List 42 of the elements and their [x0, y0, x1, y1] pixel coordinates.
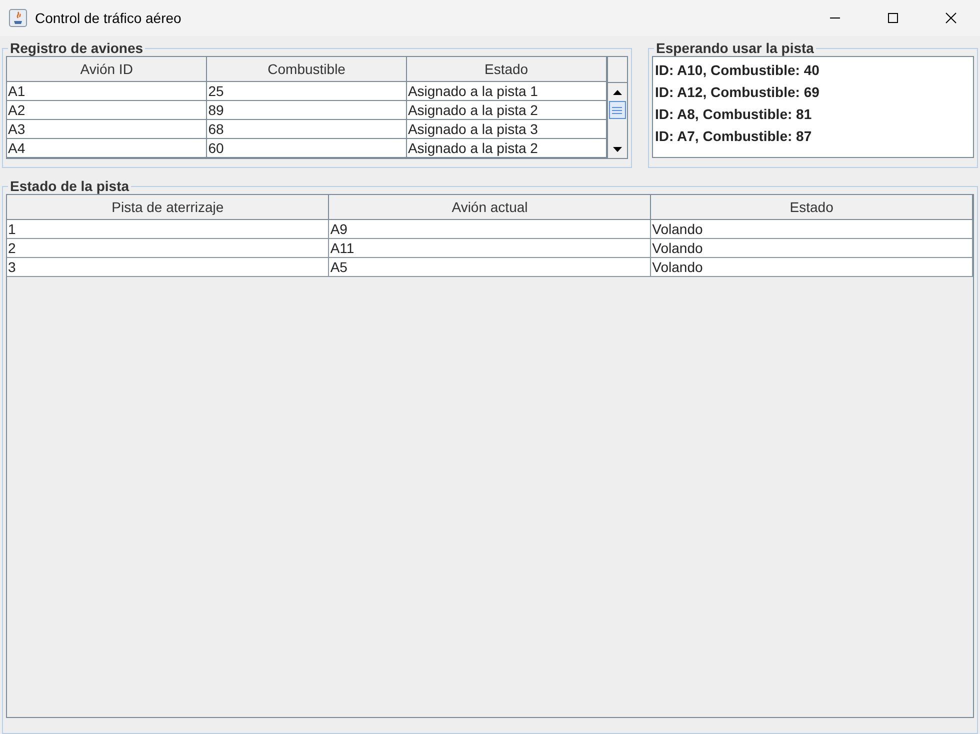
table-cell: A1: [7, 82, 207, 100]
scroll-down-icon[interactable]: [612, 146, 622, 152]
panel-title: Esperando usar la pista: [655, 40, 815, 56]
table-cell: 60: [206, 138, 406, 158]
column-header[interactable]: Estado: [650, 195, 972, 220]
list-item[interactable]: ID: A10, Combustible: 40: [655, 60, 971, 82]
table-cell: 25: [206, 82, 406, 100]
table-cell: 1: [7, 220, 329, 238]
close-icon: [945, 12, 957, 24]
table-cell: A11: [328, 238, 651, 258]
table-cell: A9: [328, 220, 651, 238]
table-cell: Volando: [650, 258, 972, 276]
panel-title: Registro de aviones: [9, 40, 144, 56]
table-cell: Asignado a la pista 2: [406, 138, 606, 158]
maximize-icon: [887, 12, 899, 24]
table-cell: Volando: [650, 238, 972, 258]
table-cell: A5: [328, 258, 651, 276]
table-cell: 3: [7, 258, 329, 276]
window-title: Control de tráfico aéreo: [35, 10, 182, 26]
column-header[interactable]: Pista de aterrizaje: [7, 195, 329, 220]
column-header[interactable]: Avión actual: [328, 195, 651, 220]
table-cell: 2: [7, 238, 329, 258]
table-cell: A4: [7, 138, 207, 158]
list-item[interactable]: ID: A12, Combustible: 69: [655, 82, 971, 104]
list-item[interactable]: ID: A8, Combustible: 81: [655, 104, 971, 126]
column-header[interactable]: Avión ID: [7, 57, 207, 82]
column-header[interactable]: Combustible: [206, 57, 406, 82]
table-cell: Asignado a la pista 1: [406, 82, 606, 100]
panel-title: Estado de la pista: [9, 178, 130, 194]
list-item[interactable]: ID: A7, Combustible: 87: [655, 126, 971, 148]
table-cell: A2: [7, 100, 207, 120]
table-cell: A3: [7, 120, 207, 138]
scroll-up-icon[interactable]: [612, 90, 622, 94]
column-header[interactable]: Estado: [406, 57, 606, 82]
table-cell: Volando: [650, 220, 972, 238]
table-cell: Asignado a la pista 3: [406, 120, 606, 138]
scrollbar[interactable]: [606, 57, 627, 158]
table-cell: Asignado a la pista 2: [406, 100, 606, 120]
grip-icon: [612, 106, 622, 114]
app-icon: [9, 9, 27, 27]
table-cell: 68: [206, 120, 406, 138]
table-cell: 89: [206, 100, 406, 120]
